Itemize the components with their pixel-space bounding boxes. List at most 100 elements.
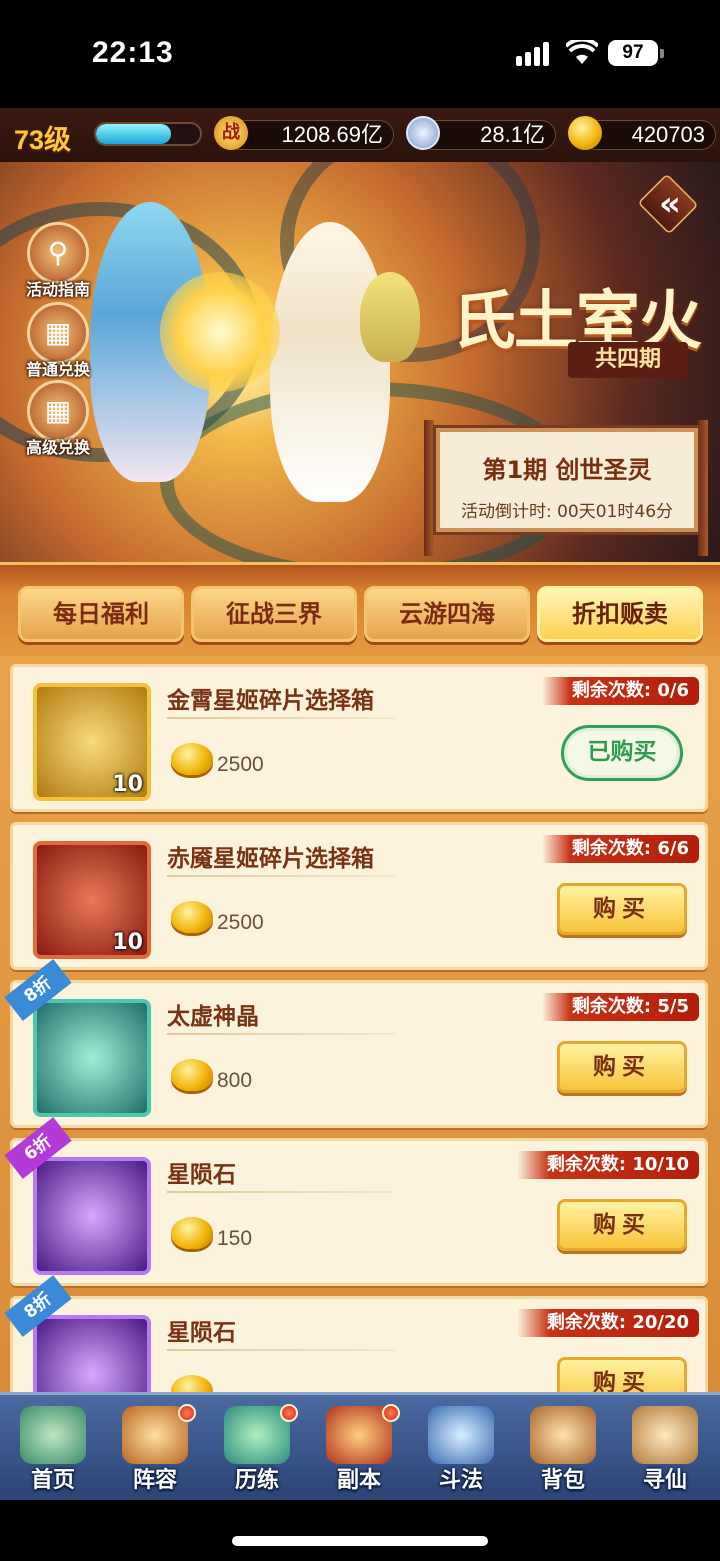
home-icon [20, 1406, 86, 1464]
event-subtitle: 共四期 [568, 342, 688, 378]
backpack-icon [530, 1406, 596, 1464]
remaining-count: 剩余次数: 10/10 [516, 1151, 699, 1179]
list-item: 8折 星陨石 剩余次数: 20/20 购买 [4, 1275, 708, 1392]
premium-exchange-button[interactable]: ▦ 高级兑换 [20, 380, 96, 458]
tab-conquest[interactable]: 征战三界 [191, 586, 357, 642]
activity-guide-label: 活动指南 [25, 280, 90, 299]
gift-box-icon: ▦ [27, 302, 89, 364]
item-icon-red-chest: 10 [33, 841, 151, 959]
remaining-count: 剩余次数: 5/5 [541, 993, 699, 1021]
nav-home[interactable]: 首页 [2, 1392, 104, 1500]
item-icon-meteor-stone [33, 1315, 151, 1392]
nav-label: 寻仙 [642, 1468, 687, 1493]
purchased-badge: 已购买 [561, 725, 683, 781]
power-value: 1208.69亿 [226, 120, 394, 150]
nav-seek-immortal[interactable]: 寻仙 [614, 1392, 716, 1500]
nav-label: 历练 [234, 1468, 279, 1493]
nav-label: 阵容 [132, 1468, 177, 1493]
nav-label: 背包 [540, 1468, 585, 1493]
normal-exchange-label: 普通兑换 [25, 360, 90, 379]
nav-label: 副本 [336, 1468, 381, 1493]
golden-orb [160, 272, 280, 392]
premium-exchange-label: 高级兑换 [25, 438, 90, 457]
nav-label: 斗法 [438, 1468, 483, 1493]
divider [167, 1191, 395, 1193]
item-name: 太虚神晶 [167, 1004, 259, 1030]
event-countdown: 活动倒计时: 00天01时46分 [460, 502, 674, 522]
list-item: 6折 星陨石 150 剩余次数: 10/10 购买 [4, 1117, 708, 1286]
item-name: 金霄星姬碎片选择箱 [167, 688, 374, 714]
list-item: 10 赤魇星姬碎片选择箱 2500 剩余次数: 6/6 购买 [10, 822, 708, 970]
buy-button[interactable]: 购买 [557, 1357, 687, 1392]
list-item: 10 金霄星姬碎片选择箱 2500 剩余次数: 0/6 已购买 [10, 664, 708, 812]
item-price: 800 [217, 1069, 253, 1092]
remaining-count: 剩余次数: 0/6 [541, 677, 699, 705]
item-name: 星陨石 [167, 1162, 236, 1188]
notification-dot [280, 1404, 298, 1422]
gold-ingot-icon [171, 1375, 213, 1392]
sword-icon [428, 1406, 494, 1464]
divider [167, 875, 395, 877]
nav-label: 首页 [30, 1468, 75, 1493]
nav-duel[interactable]: 斗法 [410, 1392, 512, 1500]
notification-dot [382, 1404, 400, 1422]
item-icon-meteor-stone [33, 1157, 151, 1275]
nav-backpack[interactable]: 背包 [512, 1392, 614, 1500]
silver-coin-icon [406, 116, 440, 150]
magnifier-icon: ⚲ [27, 222, 89, 284]
board-post-right [698, 420, 708, 556]
scroll-icon [632, 1406, 698, 1464]
cellular-signal-icon [516, 40, 554, 66]
event-info-board: 第1期 创世圣灵 活动倒计时: 00天01时46分 [436, 428, 698, 532]
exp-bar [94, 122, 202, 146]
back-chevron-icon: « [659, 184, 681, 224]
remaining-count: 剩余次数: 6/6 [541, 835, 699, 863]
status-bar: 22:13 97 [0, 0, 720, 108]
divider [167, 1033, 395, 1035]
home-indicator[interactable] [232, 1536, 488, 1546]
gold-ingot-icon [171, 1217, 213, 1249]
gold-value[interactable]: 420703 [582, 120, 716, 150]
event-stage: 第1期 创世圣灵 [482, 456, 652, 484]
premium-gift-icon: ▦ [27, 380, 89, 442]
board-post-left [424, 420, 434, 556]
gold-ingot-icon [171, 1059, 213, 1091]
wifi-icon [566, 40, 598, 64]
tab-daily-welfare[interactable]: 每日福利 [18, 586, 184, 642]
item-icon-gold-chest: 10 [33, 683, 151, 801]
remaining-count: 剩余次数: 20/20 [516, 1309, 699, 1337]
gold-ingot-icon [171, 743, 213, 775]
item-icon-void-crystal [33, 999, 151, 1117]
character-small [360, 272, 420, 362]
normal-exchange-button[interactable]: ▦ 普通兑换 [20, 302, 96, 380]
power-icon: 战 [214, 116, 248, 150]
notification-dot [178, 1404, 196, 1422]
battery-tip [660, 49, 664, 58]
item-price: 2500 [217, 911, 264, 934]
item-price: 150 [217, 1227, 253, 1250]
nav-training[interactable]: 历练 [206, 1392, 308, 1500]
divider [167, 1349, 395, 1351]
exp-fill [96, 124, 171, 144]
status-time: 22:13 [92, 36, 174, 69]
shop-list[interactable]: 10 金霄星姬碎片选择箱 2500 剩余次数: 0/6 已购买 10 赤魇星姬碎… [0, 656, 720, 1392]
battery-indicator: 97 [608, 40, 658, 66]
item-count: 10 [112, 930, 143, 955]
buy-button[interactable]: 购买 [557, 883, 687, 935]
buy-button[interactable]: 购买 [557, 1199, 687, 1251]
nav-lineup[interactable]: 阵容 [104, 1392, 206, 1500]
home-bar-area [0, 1500, 720, 1561]
tab-wander[interactable]: 云游四海 [364, 586, 530, 642]
tab-discount-sale[interactable]: 折扣贩卖 [537, 586, 703, 642]
activity-guide-button[interactable]: ⚲ 活动指南 [20, 222, 96, 300]
list-item: 8折 太虚神晶 800 剩余次数: 5/5 购买 [4, 959, 708, 1128]
item-name: 赤魇星姬碎片选择箱 [167, 846, 374, 872]
gold-ingot-icon [568, 116, 602, 150]
buy-button[interactable]: 购买 [557, 1041, 687, 1093]
character-white-hair [270, 222, 390, 502]
player-level: 73级 [14, 125, 72, 155]
resource-bar: 73级 1208.69亿 战 28.1亿 420703 [0, 108, 720, 162]
item-price: 2500 [217, 753, 264, 776]
gold-ingot-icon [171, 901, 213, 933]
nav-dungeon[interactable]: 副本 [308, 1392, 410, 1500]
